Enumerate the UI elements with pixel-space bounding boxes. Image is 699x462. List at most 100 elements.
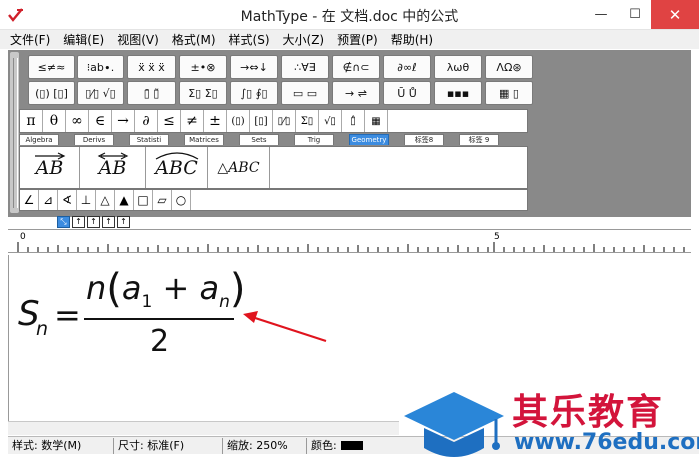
tab-strip: Algebra Derivs Statisti Matrices Sets Tr…	[19, 134, 528, 146]
menu-edit[interactable]: 编辑(E)	[63, 31, 104, 48]
status-zoom[interactable]: 缩放: 250%	[223, 437, 307, 454]
symbol-bar: π θ ∞ ∈ → ∂ ≤ ≠ ± (▯) [▯] ▯⁄▯ Σ▯ √▯ ▯̂ ▦	[19, 109, 528, 133]
symbol-not-equal[interactable]: ≠	[181, 110, 204, 132]
square-icon[interactable]: □	[134, 190, 153, 210]
status-size[interactable]: 尺寸: 标准(F)	[114, 437, 223, 454]
tab-matrices[interactable]: Matrices	[184, 134, 224, 145]
toolbar-size-buttons: ⤡ ↑ ↑ ↑ ↑	[57, 216, 132, 228]
perpendicular-icon[interactable]: ⊥	[77, 190, 96, 210]
formula-n: n	[86, 269, 107, 307]
template-brackets[interactable]: [▯]	[250, 110, 273, 132]
palette-greek-lower[interactable]: λωθ	[434, 55, 482, 79]
template-arc-abc[interactable]: ABC	[146, 147, 208, 188]
palette-summations[interactable]: Σ▯ Σ▯	[179, 81, 227, 105]
tab-sets[interactable]: Sets	[239, 134, 279, 145]
fraction-bar	[84, 318, 234, 320]
template-fraction[interactable]: ▯⁄▯	[273, 110, 296, 132]
arc-over-icon	[155, 152, 199, 160]
palette-set-theory[interactable]: ∉∩⊂	[332, 55, 380, 79]
tab-trig[interactable]: Trig	[294, 134, 334, 145]
status-style[interactable]: 样式: 数学(M)	[8, 437, 114, 454]
parallelogram-icon[interactable]: ▱	[153, 190, 172, 210]
symbol-right-arrow[interactable]: →	[112, 110, 135, 132]
palette-embellishments[interactable]: ẍ ẍ ẍ	[127, 55, 176, 79]
size-up-icon-1[interactable]: ↑	[72, 216, 85, 228]
template-matrix[interactable]: ▦	[365, 110, 388, 132]
close-button[interactable]: ✕	[651, 0, 699, 29]
menu-preferences[interactable]: 预置(P)	[337, 31, 378, 48]
tab-algebra[interactable]: Algebra	[19, 134, 59, 145]
tab-derivs[interactable]: Derivs	[74, 134, 114, 145]
bottom-strip	[0, 454, 699, 462]
tab-label-9[interactable]: 标签 9	[459, 134, 499, 145]
symbol-partial[interactable]: ∂	[135, 110, 158, 132]
title-bar: MathType - 在 文档.doc 中的公式 — ☐ ✕	[0, 0, 699, 30]
symbol-element-of[interactable]: ∈	[89, 110, 112, 132]
right-arrow-over-icon	[35, 152, 66, 160]
symbol-plus-minus[interactable]: ±	[204, 110, 227, 132]
symbol-pi[interactable]: π	[20, 110, 43, 132]
menu-file[interactable]: 文件(F)	[10, 31, 50, 48]
palette-greek-upper[interactable]: ΛΩ⊛	[485, 55, 533, 79]
double-arrow-over-icon	[97, 152, 129, 160]
template-line-ab[interactable]: AB	[80, 147, 146, 188]
size-up-icon-4[interactable]: ↑	[117, 216, 130, 228]
menu-style[interactable]: 样式(S)	[229, 31, 270, 48]
tab-statistics[interactable]: Statisti	[129, 134, 169, 145]
palette-spaces-ellipses[interactable]: ⁝ab∙.	[77, 55, 124, 79]
size-up-icon-2[interactable]: ↑	[87, 216, 100, 228]
filled-triangle-icon[interactable]: ▲	[115, 190, 134, 210]
palette-misc-symbols[interactable]: ∂∞ℓ	[383, 55, 431, 79]
maximize-button[interactable]: ☐	[618, 0, 652, 29]
toolbar-grip-handle[interactable]	[10, 52, 19, 213]
menu-size[interactable]: 大小(Z)	[283, 31, 325, 48]
palette-labeled-arrows[interactable]: → ⇌	[332, 81, 380, 105]
triangle-icon[interactable]: △	[96, 190, 115, 210]
template-square-root[interactable]: √▯	[319, 110, 342, 132]
palette-arrows[interactable]: →⇔↓	[230, 55, 278, 79]
palette-integrals[interactable]: ∫▯ ∮▯	[230, 81, 278, 105]
ruler[interactable]: 0 5	[8, 229, 691, 253]
template-summation[interactable]: Σ▯	[296, 110, 319, 132]
geometry-shapes: ∠ ⊿ ∢ ⊥ △ ▲ □ ▱ ○	[19, 189, 528, 211]
palette-matrices[interactable]: ▪▪▪	[434, 81, 482, 105]
circle-icon[interactable]: ○	[172, 190, 191, 210]
template-accent[interactable]: ▯̂	[342, 110, 365, 132]
palette-subscripts[interactable]: ▯̄ ▯̃	[127, 81, 176, 105]
menu-help[interactable]: 帮助(H)	[391, 31, 433, 48]
menu-format[interactable]: 格式(M)	[172, 31, 216, 48]
status-color[interactable]: 颜色:	[307, 438, 397, 454]
palette-operators[interactable]: ±•⊗	[179, 55, 227, 79]
palette-fences[interactable]: (▯) [▯]	[28, 81, 75, 105]
right-triangle-icon[interactable]: ⊿	[39, 190, 58, 210]
formula-sub-1: 1	[141, 292, 153, 312]
menu-view[interactable]: 视图(V)	[117, 31, 159, 48]
palette-fractions-radicals[interactable]: ▯⁄▯ √▯	[77, 81, 124, 105]
template-triangle-abc[interactable]: △ABC	[208, 147, 270, 188]
graduation-cap-logo	[404, 392, 504, 457]
watermark-brand: 其乐教育	[512, 392, 665, 433]
template-parentheses[interactable]: (▯)	[227, 110, 250, 132]
equation[interactable]: S n = n(a1 + an) 2	[18, 262, 258, 362]
resize-toolbar-icon[interactable]: ⤡	[57, 216, 70, 228]
palette-logic[interactable]: ∴∀∃	[281, 55, 329, 79]
palette-boxes[interactable]: ▦ ▯	[485, 81, 533, 105]
palette-products[interactable]: Ū Ů	[383, 81, 431, 105]
template-vector-ab[interactable]: AB	[20, 147, 80, 188]
palette-bars[interactable]: ▭ ▭	[281, 81, 329, 105]
formula-sub-n: n	[219, 292, 230, 312]
angle-icon[interactable]: ∠	[20, 190, 39, 210]
symbol-theta[interactable]: θ	[43, 110, 66, 132]
minimize-button[interactable]: —	[584, 0, 618, 29]
horizontal-scrollbar[interactable]	[8, 421, 399, 435]
symbol-infinity[interactable]: ∞	[66, 110, 89, 132]
tab-label-8[interactable]: 标签8	[404, 134, 444, 145]
size-up-icon-3[interactable]: ↑	[102, 216, 115, 228]
formula-plus: +	[162, 269, 190, 307]
tab-geometry[interactable]: Geometry	[349, 134, 389, 145]
symbol-less-equal[interactable]: ≤	[158, 110, 181, 132]
color-swatch[interactable]	[340, 440, 363, 450]
palette-relations[interactable]: ≤≠≈	[28, 55, 75, 79]
measured-angle-icon[interactable]: ∢	[58, 190, 77, 210]
formula-s-subscript: n	[36, 318, 49, 340]
